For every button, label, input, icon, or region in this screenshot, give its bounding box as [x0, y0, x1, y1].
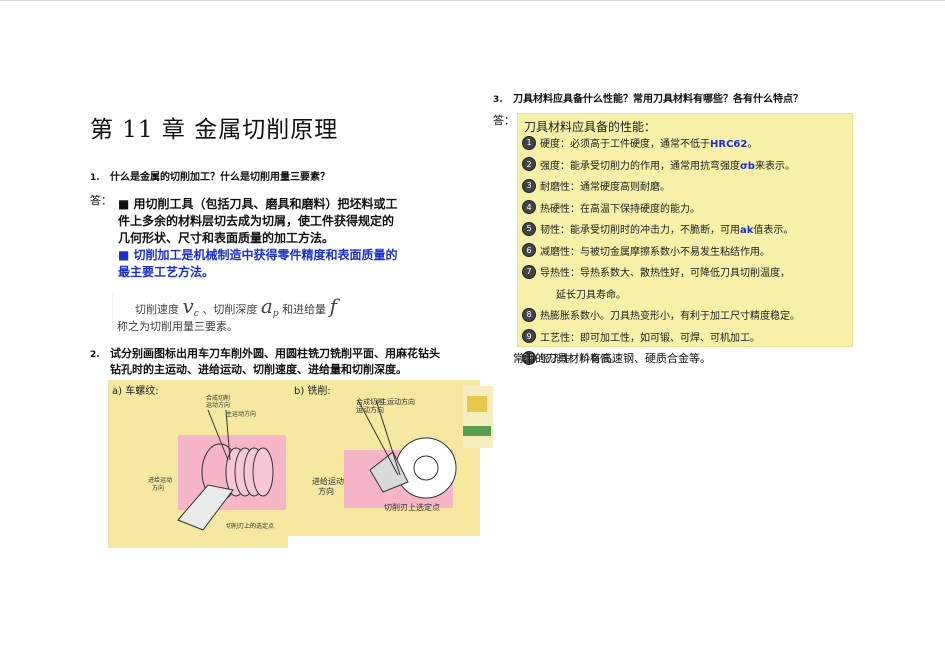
- page-top-border: [0, 0, 945, 1]
- formula-line2: 称之为切削用量三要素。: [117, 320, 238, 333]
- number-circle-icon: 2: [522, 157, 536, 172]
- question-2-number: 2.: [90, 350, 100, 360]
- chapter-title: 第 11 章 金属切削原理: [90, 117, 339, 143]
- question-2: 2. 试分别画图标出用车刀车削外圆、用圆柱铣刀铣削平面、用麻花钻头 钻孔时的主运动…: [90, 345, 440, 377]
- answer-1-line5: 最主要工艺方法。: [118, 265, 215, 279]
- fig-b-label: b) 铣削:: [294, 384, 331, 397]
- formula-line1: 切削速度 vc 、切削深度 ap 和进给量 f: [135, 294, 337, 319]
- property-row: 8 热膨胀系数小。刀具热变形小，有利于加工尺寸精度稳定。: [522, 304, 848, 326]
- formula-ap: a: [260, 294, 273, 318]
- answer-1-line4: ■ 切削加工是机械制造中获得零件精度和表面质量的: [118, 248, 398, 262]
- property-text: 强度：能承受切削力的作用，通常用抗弯强度σb来表示。: [540, 160, 795, 172]
- property-text: 热膨胀系数小。刀具热变形小，有利于加工尺寸精度稳定。: [540, 311, 800, 323]
- answer-1-line1: ■ 用切削工具（包括刀具、磨具和磨料）把坯料或工: [118, 197, 398, 211]
- property-row: 延长刀具寿命。: [522, 283, 848, 305]
- property-row: 4 热硬性：在高温下保持硬度的能力。: [522, 197, 848, 219]
- property-highlight: HRC62: [710, 139, 748, 151]
- property-row: 3 耐磨性：通常硬度高则耐磨。: [522, 175, 848, 197]
- answer-1-label: 答：: [90, 194, 112, 207]
- formula-depth-label: 、切削深度: [202, 303, 258, 316]
- fig-b-text4: 进给运动: [312, 476, 344, 486]
- fig-b-text5: 方向: [318, 486, 334, 496]
- property-row: 2 强度：能承受切削力的作用，通常用抗弯强度σb来表示。: [522, 154, 848, 176]
- fig-a-text4: 进给运动: [148, 476, 172, 484]
- cutting-motion-diagram: a) 车螺纹: 合成切削 运动方向 主运动方向 进给运动 方向 切削刃上的选定点…: [108, 380, 480, 548]
- question-1: 1. 什么是金属的切削加工？什么是切削用量三要素？: [90, 168, 330, 183]
- formula-vc: v: [182, 294, 194, 318]
- fig-a-text3: 主运动方向: [226, 410, 256, 418]
- property-row: 6 减磨性：与被切金属摩擦系数小不易发生粘结作用。: [522, 240, 848, 262]
- formula-box: 切削速度 vc 、切削深度 ap 和进给量 f 称之为切削用量三要素。: [112, 292, 347, 333]
- number-circle-icon: 3: [522, 178, 536, 193]
- question-2-line1: 试分别画图标出用车刀车削外圆、用圆柱铣刀铣削平面、用麻花钻头: [110, 347, 440, 360]
- property-text: 硬度：必须高于工件硬度，通常不低于HRC62。: [540, 139, 758, 151]
- question-1-text: 什么是金属的切削加工？什么是切削用量三要素？: [110, 172, 330, 183]
- fig-a-label: a) 车螺纹:: [112, 384, 159, 397]
- fig-a-text6: 切削刃上的选定点: [226, 522, 274, 530]
- fig-b-text2: 运动方向: [356, 405, 384, 414]
- property-text: 热硬性：在高温下保持硬度的能力。: [540, 203, 700, 215]
- property-text: 耐磨性：通常硬度高则耐磨。: [540, 182, 670, 194]
- property-list: 1 硬度：必须高于工件硬度，通常不低于HRC62。 2 强度：能承受切削力的作用，通常…: [522, 132, 848, 369]
- number-circle-icon: 7: [522, 264, 536, 279]
- number-circle-icon: 6: [522, 243, 536, 258]
- cutting-motion-figure: a) 车螺纹: 合成切削 运动方向 主运动方向 进给运动 方向 切削刃上的选定点…: [108, 380, 480, 548]
- number-circle-icon: 1: [522, 135, 536, 150]
- tool-material-panel: 刀具材料应具备的性能： 1 硬度：必须高于工件硬度，通常不低于HRC62。 2 强度：…: [517, 113, 853, 365]
- property-text: 导热性：导热系数大、散热性好，可降低刀具切削温度，: [540, 268, 790, 280]
- inset-tool-image: [463, 386, 493, 448]
- common-materials-text: 常用的刀具材料有高速钢、硬质合金等。: [513, 352, 711, 365]
- question-3: 3. 刀具材料应具备什么性能？常用刀具材料有哪些？各有什么特点？: [493, 90, 803, 105]
- fig-b-text3: 主运动方向: [380, 397, 415, 406]
- answer-1-line2: 件上多余的材料层切去成为切屑，使工件获得规定的: [118, 214, 395, 228]
- question-3-text: 刀具材料应具备什么性能？常用刀具材料有哪些？各有什么特点？: [513, 94, 803, 105]
- question-1-number: 1.: [90, 173, 100, 183]
- property-text: 工艺性：即可加工性，如可锻、可焊、可机加工。: [540, 332, 760, 344]
- formula-speed-label: 切削速度: [135, 303, 179, 316]
- formula-feed-label: 和进给量: [282, 303, 327, 316]
- property-row: 1 硬度：必须高于工件硬度，通常不低于HRC62。: [522, 132, 848, 154]
- property-highlight: σb: [740, 160, 755, 172]
- answer-1-line3: 几何形状、尺寸和表面质量的加工方法。: [118, 231, 335, 245]
- property-text: 减磨性：与被切金属摩擦系数小不易发生粘结作用。: [540, 246, 770, 258]
- number-circle-icon: 5: [522, 221, 536, 236]
- property-text: 延长刀具寿命。: [556, 289, 626, 301]
- answer-1-text: ■ 用切削工具（包括刀具、磨具和磨料）把坯料或工 件上多余的材料层切去成为切屑，…: [118, 196, 418, 281]
- question-3-number: 3.: [493, 95, 503, 105]
- number-circle-icon: 9: [522, 329, 536, 344]
- property-highlight: ak: [740, 225, 754, 237]
- formula-ap-sub: p: [272, 309, 279, 320]
- property-row: 7 导热性：导热系数大、散热性好，可降低刀具切削温度，: [522, 261, 848, 283]
- question-2-line2: 钻孔时的主运动、进给运动、切削速度、进给量和切削深度。: [110, 363, 407, 376]
- number-circle-icon: 4: [522, 200, 536, 215]
- property-row: 9 工艺性：即可加工性，如可锻、可焊、可机加工。: [522, 326, 848, 348]
- number-circle-icon: 8: [522, 307, 536, 322]
- fig-a-thread: [225, 447, 274, 497]
- formula-f: f: [329, 294, 337, 318]
- property-text: 韧性：能承受切削时的冲击力，不脆断，可用ak值表示。: [540, 225, 794, 237]
- fig-a-text2: 运动方向: [206, 401, 230, 409]
- answer-3-label: 答：: [493, 114, 515, 127]
- property-row: 5 韧性：能承受切削时的冲击力，不脆断，可用ak值表示。: [522, 218, 848, 240]
- fig-b-text6: 切削刃上选定点: [384, 502, 440, 512]
- fig-a-text1: 合成切削: [206, 394, 230, 402]
- fig-a-text5: 方向: [152, 484, 164, 492]
